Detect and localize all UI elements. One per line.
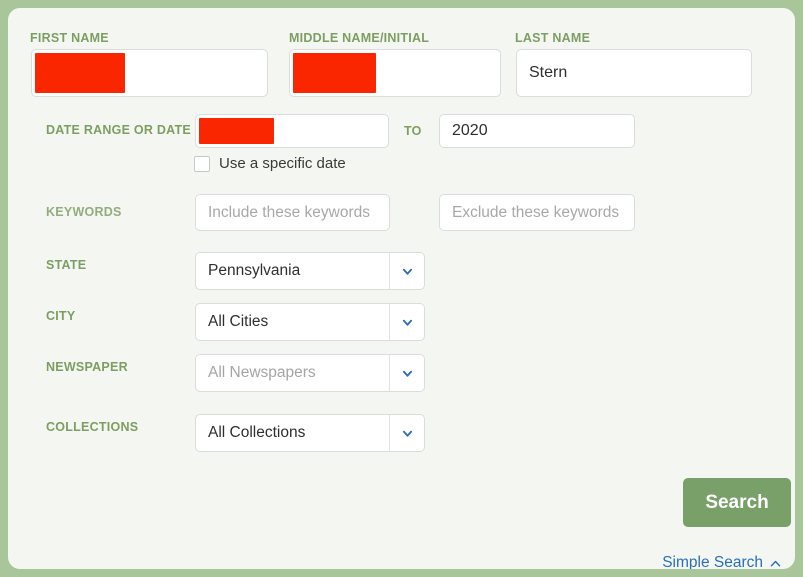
include-keywords-placeholder: Include these keywords: [208, 203, 370, 221]
first-name-label: FIRST NAME: [30, 31, 109, 45]
simple-search-label: Simple Search: [662, 554, 763, 569]
date-to-label: TO: [404, 124, 422, 138]
date-from-input[interactable]: [195, 114, 389, 148]
city-chevron[interactable]: [389, 304, 424, 340]
search-form-panel: FIRST NAME MIDDLE NAME/INITIAL LAST NAME…: [8, 8, 795, 569]
newspaper-chevron[interactable]: [389, 355, 424, 391]
state-select[interactable]: Pennsylvania: [195, 252, 425, 290]
last-name-input[interactable]: Stern: [516, 49, 752, 97]
simple-search-link[interactable]: Simple Search: [662, 554, 781, 569]
first-name-input[interactable]: [31, 49, 268, 97]
city-select[interactable]: All Cities: [195, 303, 425, 341]
chevron-up-icon: [770, 560, 781, 566]
use-specific-date-row[interactable]: Use a specific date: [194, 155, 346, 172]
collections-select[interactable]: All Collections: [195, 414, 425, 452]
collections-value: All Collections: [208, 424, 306, 441]
date-to-value: 2020: [452, 122, 488, 139]
city-label: CITY: [46, 309, 76, 323]
advanced-search-page: FIRST NAME MIDDLE NAME/INITIAL LAST NAME…: [0, 0, 803, 577]
first-name-redaction: [35, 53, 125, 93]
date-to-input[interactable]: 2020: [439, 114, 635, 148]
date-from-redaction: [199, 118, 274, 144]
state-label: STATE: [46, 258, 87, 272]
keywords-label: KEYWORDS: [46, 205, 122, 219]
date-range-label: DATE RANGE OR DATE: [46, 123, 192, 137]
search-button-label: Search: [705, 491, 769, 513]
include-keywords-input[interactable]: Include these keywords: [195, 194, 390, 231]
newspaper-label: NEWSPAPER: [46, 360, 128, 374]
use-specific-date-checkbox[interactable]: [194, 155, 210, 172]
exclude-keywords-placeholder: Exclude these keywords: [452, 203, 620, 221]
search-button[interactable]: Search: [683, 478, 791, 527]
last-name-label: LAST NAME: [515, 31, 591, 45]
exclude-keywords-input[interactable]: Exclude these keywords: [439, 194, 635, 231]
state-chevron[interactable]: [389, 253, 424, 289]
last-name-value: Stern: [529, 64, 568, 81]
collections-label: COLLECTIONS: [46, 420, 139, 434]
city-value: All Cities: [208, 313, 269, 330]
middle-name-label: MIDDLE NAME/INITIAL: [289, 31, 430, 45]
newspaper-value: All Newspapers: [208, 364, 316, 381]
middle-name-redaction: [293, 53, 376, 93]
newspaper-select[interactable]: All Newspapers: [195, 354, 425, 392]
middle-name-input[interactable]: [289, 49, 501, 97]
use-specific-date-label: Use a specific date: [219, 155, 346, 172]
collections-chevron[interactable]: [389, 415, 424, 451]
state-value: Pennsylvania: [208, 262, 301, 279]
